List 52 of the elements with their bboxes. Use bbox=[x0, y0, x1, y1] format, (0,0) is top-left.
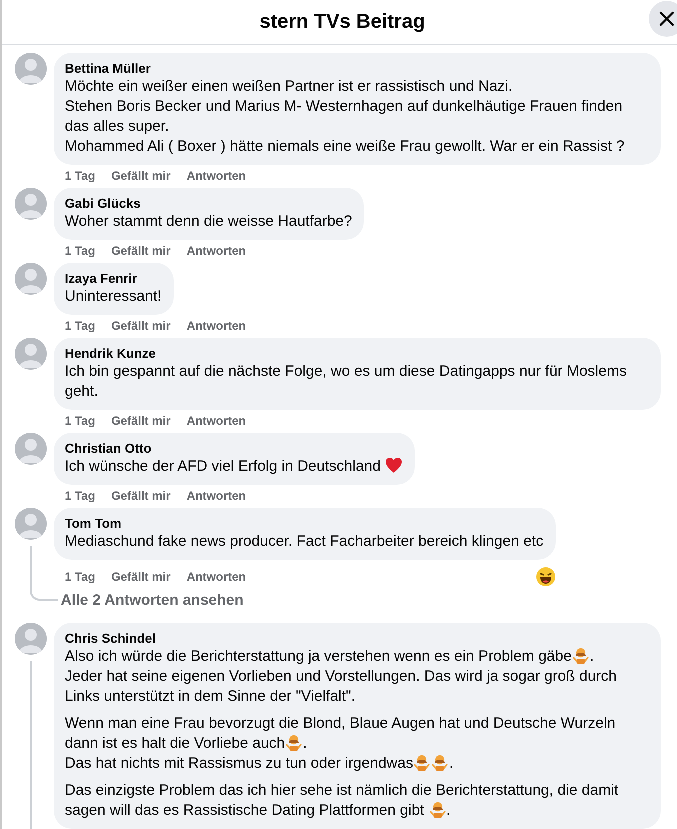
dialog-title: stern TVs Beitrag bbox=[258, 10, 426, 34]
reply-link[interactable]: Antworten bbox=[186, 570, 246, 584]
shrug-icon bbox=[431, 754, 450, 771]
avatar[interactable] bbox=[15, 338, 47, 370]
laughing-face-icon bbox=[536, 567, 556, 587]
like-link[interactable]: Gefällt mir bbox=[111, 319, 171, 333]
author-name[interactable]: Tom Tom bbox=[65, 516, 544, 532]
timestamp: 1 Tag bbox=[65, 489, 96, 503]
close-icon bbox=[659, 11, 675, 27]
reply-link[interactable]: Antworten bbox=[186, 244, 246, 258]
reply-link[interactable]: Antworten bbox=[186, 414, 246, 428]
avatar[interactable] bbox=[15, 263, 47, 295]
timestamp: 1 Tag bbox=[65, 169, 96, 183]
author-name[interactable]: Gabi Glücks bbox=[65, 196, 352, 212]
shrug-icon bbox=[428, 801, 447, 818]
timestamp: 1 Tag bbox=[65, 244, 96, 258]
author-name[interactable]: Christian Otto bbox=[65, 441, 404, 457]
reply-link[interactable]: Antworten bbox=[186, 489, 246, 503]
author-name[interactable]: Chris Schindel bbox=[65, 631, 649, 647]
timestamp: 1 Tag bbox=[65, 319, 96, 333]
reply-link[interactable]: Antworten bbox=[186, 169, 246, 183]
avatar[interactable] bbox=[15, 53, 47, 85]
avatar[interactable] bbox=[15, 623, 47, 655]
comment-text: Wenn man eine Frau bevorzugt die Blond, Blaue Augen hat und Deutsche Wurzeln dann ist es halt die Vorliebe auch . Das hat nichts mit Rassismus zu tun oder irgendwas . bbox=[65, 714, 617, 774]
avatar[interactable] bbox=[15, 188, 47, 220]
author-name[interactable]: Bettina Müller bbox=[65, 61, 649, 77]
comment-text: Das einzigste Problem das ich hier sehe ist nämlich die Berichterstattung, die damit sagen will das es Rassistische Dating Plattformen gibt . bbox=[65, 781, 620, 821]
comment-text: Also ich würde die Berichterstattung ja verstehen wenn es ein Problem gäbe . Jeder hat seine eigenen Vorlieben und Vorstellungen. Das wird ja sogar groß durch Links unterstützt in dem Sinne der "Vielfalt". bbox=[65, 647, 618, 707]
reply-link[interactable]: Antworten bbox=[186, 319, 246, 333]
view-replies-link[interactable]: Alle 2 Antworten ansehen bbox=[61, 591, 244, 611]
like-link[interactable]: Gefällt mir bbox=[111, 169, 171, 183]
heart-icon bbox=[385, 457, 404, 474]
timestamp: 1 Tag bbox=[65, 570, 96, 584]
avatar[interactable] bbox=[15, 508, 47, 540]
comment-text: Ich wünsche der AFD viel Erfolg in Deutschland bbox=[65, 457, 404, 477]
author-name[interactable]: Hendrik Kunze bbox=[65, 346, 649, 362]
like-link[interactable]: Gefällt mir bbox=[111, 570, 171, 584]
author-name[interactable]: Izaya Fenrir bbox=[65, 271, 162, 287]
comment-text: Ich bin gespannt auf die nächste Folge, wo es um diese Datingapps nur für Moslems geht. bbox=[65, 362, 628, 402]
comment-text: Uninteressant! bbox=[65, 287, 162, 307]
like-link[interactable]: Gefällt mir bbox=[111, 244, 171, 258]
shrug-icon bbox=[413, 754, 432, 771]
avatar[interactable] bbox=[15, 433, 47, 465]
like-link[interactable]: Gefällt mir bbox=[111, 414, 171, 428]
comment-text: Woher stammt denn die weisse Hautfarbe? bbox=[65, 212, 352, 232]
shrug-icon bbox=[572, 647, 590, 664]
timestamp: 1 Tag bbox=[65, 414, 96, 428]
close-button[interactable] bbox=[649, 1, 677, 37]
comment-text: Möchte ein weißer einen weißen Partner ist er rassistisch und Nazi. Stehen Boris Becker und Marius M- Westernhagen auf dunkelhäutige Frauen finden das alles super. Mohammed Ali ( Boxer ) hätte niemals eine weiße Frau gewollt. War er ein Rassist ? bbox=[65, 77, 626, 157]
shrug-icon bbox=[285, 734, 304, 751]
like-link[interactable]: Gefällt mir bbox=[111, 489, 171, 503]
comment-text: Mediaschund fake news producer. Fact Facharbeiter bereich klingen etc bbox=[65, 532, 544, 552]
